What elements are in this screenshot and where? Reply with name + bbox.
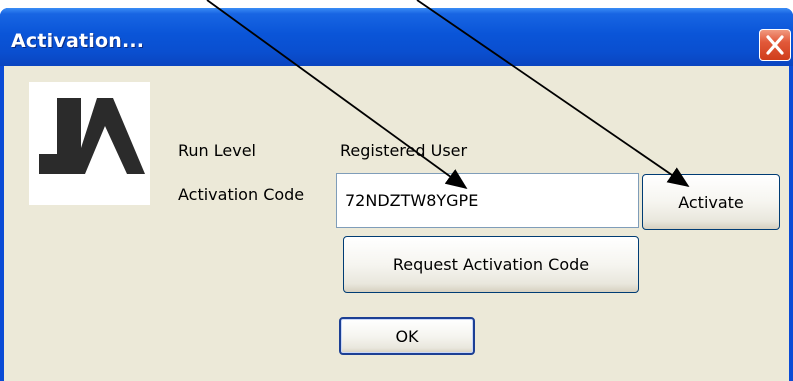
annotation-overlay [206, 0, 690, 190]
screen: Activation... Run Level Registered User … [0, 0, 793, 381]
annotation-arrow-icon [416, 0, 690, 188]
annotation-arrow-icon [206, 0, 468, 190]
